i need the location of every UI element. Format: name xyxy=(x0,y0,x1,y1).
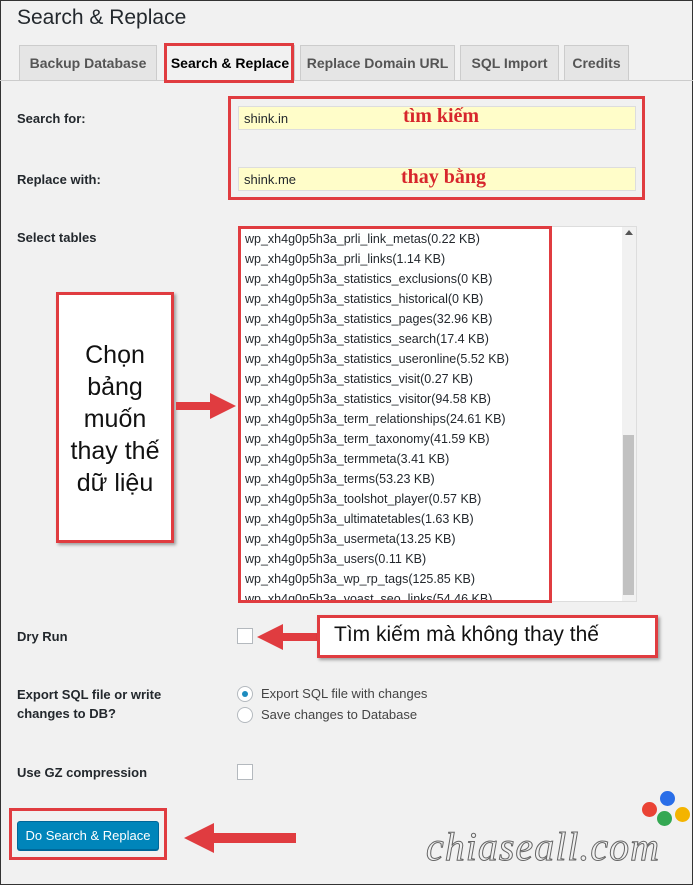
search-label: Search for: xyxy=(17,111,86,126)
logo-dot-red xyxy=(642,802,657,817)
tables-callout-line: Chọn xyxy=(85,341,145,369)
watermark-logo: chiaseall.com xyxy=(420,791,690,877)
tables-label: Select tables xyxy=(17,230,97,245)
export-sql-option-label: Export SQL file with changes xyxy=(261,686,428,701)
highlight-search-replace xyxy=(228,96,645,200)
tabs-divider xyxy=(0,80,693,81)
tables-callout: Chọn bảng muốn thay thế dữ liệu xyxy=(56,292,174,543)
save-db-option-label: Save changes to Database xyxy=(261,707,418,722)
dry-run-label: Dry Run xyxy=(17,629,68,644)
highlight-submit-button xyxy=(9,808,167,860)
gz-checkbox[interactable] xyxy=(237,764,253,780)
scroll-thumb[interactable] xyxy=(623,435,634,595)
logo-dot-blue xyxy=(660,791,675,806)
export-sql-radio[interactable] xyxy=(237,686,253,702)
tab-sql-import[interactable]: SQL Import xyxy=(460,45,559,80)
gz-label: Use GZ compression xyxy=(17,765,148,780)
tab-backup-database[interactable]: Backup Database xyxy=(19,45,157,80)
listbox-scrollbar[interactable] xyxy=(622,227,636,601)
scroll-up-arrow-icon[interactable] xyxy=(625,230,633,235)
highlight-table-list xyxy=(238,226,552,603)
watermark-text: chiaseall.com xyxy=(425,824,661,870)
tab-credits[interactable]: Credits xyxy=(564,45,629,80)
tables-callout-line: bảng xyxy=(87,373,143,401)
arrow-right-icon xyxy=(176,393,236,419)
dry-run-checkbox[interactable] xyxy=(237,628,253,644)
tab-replace-domain-url[interactable]: Replace Domain URL xyxy=(300,45,455,80)
page-title: Search & Replace xyxy=(17,6,187,29)
logo-dot-yellow xyxy=(675,807,690,822)
tables-callout-line: thay thế xyxy=(70,437,160,465)
replace-label: Replace with: xyxy=(17,172,101,187)
arrow-left-icon xyxy=(257,624,319,650)
save-db-radio[interactable] xyxy=(237,707,253,723)
tables-callout-line: dữ liệu xyxy=(76,469,154,497)
arrow-left-icon xyxy=(184,823,296,853)
dry-run-callout: Tìm kiếm mà không thay thế xyxy=(317,615,658,658)
tables-callout-line: muốn xyxy=(83,405,147,433)
highlight-active-tab xyxy=(164,43,294,83)
export-label-line1: Export SQL file or write xyxy=(17,687,162,702)
export-label-line2: changes to DB? xyxy=(17,706,116,721)
